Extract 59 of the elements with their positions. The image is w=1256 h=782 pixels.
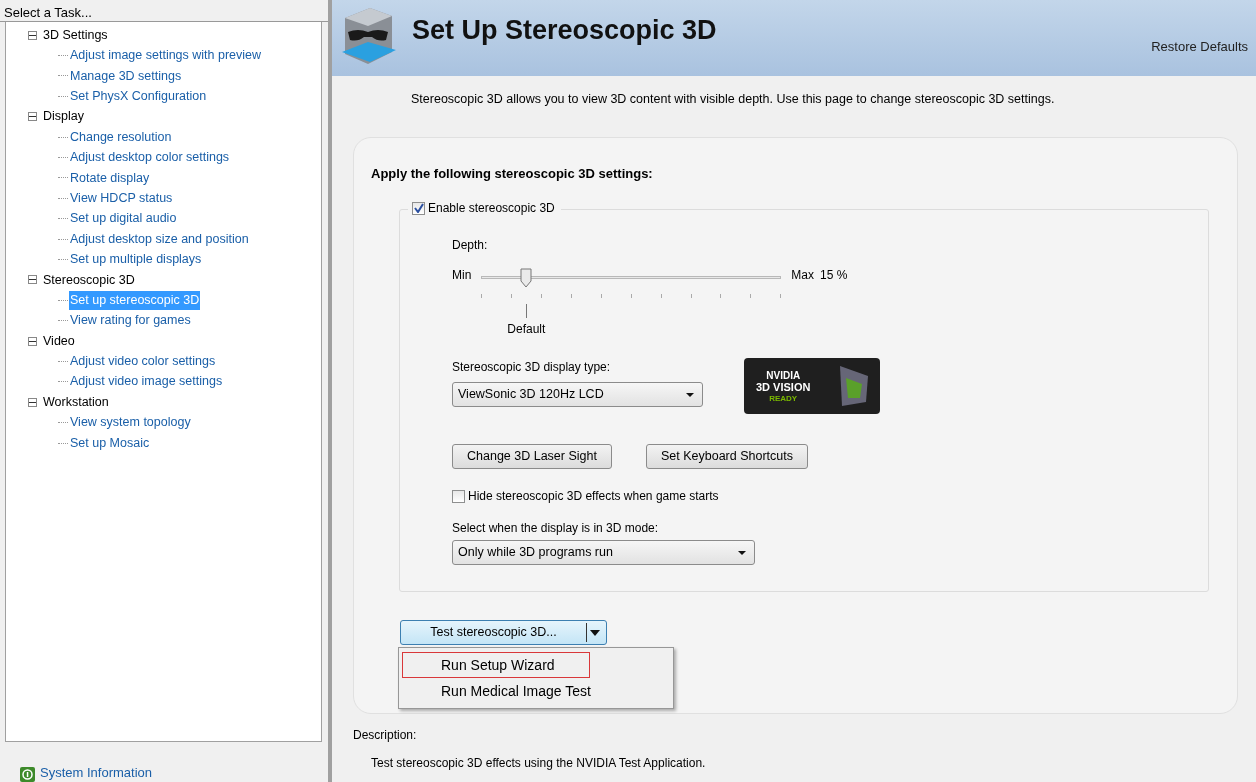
system-information-link[interactable]: System Information	[40, 762, 152, 782]
mode-dropdown[interactable]: Only while 3D programs run	[452, 540, 755, 566]
checkbox[interactable]	[452, 489, 465, 503]
collapse-toggle[interactable]	[28, 112, 37, 122]
menu-item[interactable]: Run Medical Image Test	[402, 678, 670, 705]
depth-value: 15 %	[820, 267, 848, 285]
depth-label: Depth:	[452, 237, 489, 255]
tree-item[interactable]: Set up Mosaic	[69, 433, 151, 453]
tree-group-label[interactable]: Stereoscopic 3D	[43, 270, 135, 290]
tree-item[interactable]: Manage 3D settings	[69, 66, 183, 86]
system-info-icon	[20, 767, 35, 782]
default-label: Default	[507, 321, 546, 339]
tree-item[interactable]: Adjust video color settings	[69, 352, 217, 371]
hide-effects-checkbox-label[interactable]: Hide stereoscopic 3D effects when game starts	[468, 487, 719, 506]
tree-group-label[interactable]: 3D Settings	[43, 25, 108, 45]
slider-thumb[interactable]	[520, 268, 533, 289]
min-label: Min	[452, 267, 472, 285]
checkmark-icon	[413, 203, 424, 214]
enable-checkbox-label[interactable]: Enable stereoscopic 3D	[428, 199, 555, 218]
tree-group-label[interactable]: Video	[43, 331, 75, 351]
page-title: Set Up Stereoscopic 3D	[412, 14, 717, 47]
tree-item[interactable]: Set PhysX Configuration	[69, 87, 208, 106]
tree-group-label[interactable]: Display	[43, 107, 84, 127]
description-text: Test stereoscopic 3D effects using the NVIDIA Test Application.	[371, 754, 707, 772]
checkbox[interactable]	[412, 201, 425, 215]
restore-defaults-link[interactable]: Restore Defaults	[1151, 36, 1248, 56]
menu-item[interactable]: Run Setup Wizard	[402, 652, 590, 679]
collapse-toggle[interactable]	[28, 275, 37, 285]
tree-item[interactable]: Adjust image settings with preview	[69, 46, 263, 65]
tree-item[interactable]: Set up digital audio	[69, 209, 178, 229]
dropdown-arrow-icon	[738, 550, 746, 555]
stereo-glasses-icon	[340, 6, 398, 66]
dropdown-arrow-icon	[686, 392, 694, 397]
tree-item[interactable]: Adjust desktop color settings	[69, 148, 231, 167]
tree-item[interactable]: View HDCP status	[69, 188, 174, 208]
tree-item[interactable]: View system topology	[69, 413, 192, 432]
nvidia-3d-vision-badge: NVIDIA 3D VISION READY	[744, 358, 880, 415]
display-type-dropdown[interactable]: ViewSonic 3D 120Hz LCD	[452, 382, 703, 408]
tree-item[interactable]: Set up multiple displays	[69, 250, 203, 269]
tree-item[interactable]: Rotate display	[69, 168, 151, 188]
max-label: Max	[791, 267, 814, 285]
dropdown-arrow-icon	[590, 629, 600, 636]
collapse-toggle[interactable]	[28, 397, 37, 407]
intro-text: Stereoscopic 3D allows you to view 3D content with visible depth. Use this page to change stereoscopic 3D settings.	[410, 91, 1056, 108]
display-type-label: Stereoscopic 3D display type:	[452, 359, 612, 377]
test-split-button[interactable]: Test stereoscopic 3D...	[400, 620, 607, 646]
collapse-toggle[interactable]	[28, 30, 37, 40]
action-button[interactable]: Set Keyboard Shortcuts	[645, 444, 808, 470]
description-label: Description:	[353, 726, 418, 744]
tree-item[interactable]: Adjust video image settings	[69, 372, 224, 392]
tree-item[interactable]: View rating for games	[69, 311, 192, 331]
collapse-toggle[interactable]	[28, 336, 37, 346]
tree-group-label[interactable]: Workstation	[43, 392, 109, 412]
action-button[interactable]: Change 3D Laser Sight	[452, 444, 612, 470]
tree-item[interactable]: Change resolution	[69, 127, 173, 147]
badge-graphic-icon	[838, 364, 870, 409]
tree-item[interactable]: Adjust desktop size and position	[69, 229, 250, 249]
mode-label: Select when the display is in 3D mode:	[452, 520, 660, 538]
settings-heading: Apply the following stereoscopic 3D settings:	[371, 164, 654, 183]
